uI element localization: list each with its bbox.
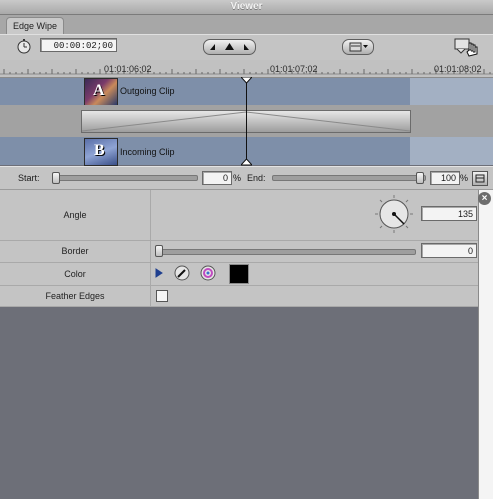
- end-slider-knob[interactable]: [416, 172, 424, 184]
- row-divider: [150, 262, 151, 285]
- row-divider: [150, 285, 151, 306]
- angle-label: Angle: [63, 210, 87, 220]
- outgoing-clip-track[interactable]: A Outgoing Clip: [0, 78, 410, 106]
- end-value-field[interactable]: 100: [430, 171, 460, 185]
- playhead-top-marker[interactable]: [239, 76, 254, 86]
- window-title: Viewer: [230, 1, 263, 12]
- tab-edge-wipe[interactable]: Edge Wipe: [6, 17, 64, 35]
- playhead-icon[interactable]: [221, 40, 238, 54]
- angle-dial-icon[interactable]: [374, 194, 414, 236]
- start-slider-knob[interactable]: [52, 172, 60, 184]
- row-divider: [150, 190, 151, 240]
- incoming-track-tail: [410, 137, 493, 165]
- ruler-label: 01:01:07;02: [270, 64, 318, 74]
- parameters-panel: Angle 135 Border 0 Color Feather Edges: [0, 190, 478, 307]
- view-popup-icon[interactable]: [342, 39, 374, 55]
- border-slider-knob[interactable]: [155, 245, 163, 257]
- outgoing-track-tail: [410, 78, 493, 105]
- param-row-feather: Feather Edges: [0, 285, 478, 307]
- end-unit: %: [460, 173, 469, 183]
- disclosure-triangle-icon[interactable]: [155, 268, 163, 280]
- timecode-field[interactable]: 00:00:02;00: [40, 38, 117, 52]
- border-value-field[interactable]: 0: [421, 243, 477, 258]
- start-slider-track[interactable]: [52, 175, 198, 181]
- color-swatch[interactable]: [229, 264, 249, 284]
- next-edit-icon[interactable]: [238, 40, 255, 54]
- outgoing-clip-thumbnail: A: [84, 78, 118, 106]
- start-end-row: Start: 0 % End: 100 %: [0, 166, 493, 190]
- outgoing-clip-label: Outgoing Clip: [120, 86, 175, 96]
- angle-value-field[interactable]: 135: [421, 206, 477, 221]
- border-label: Border: [61, 246, 89, 256]
- incoming-clip-thumbnail: B: [84, 138, 118, 166]
- drag-hand-icon[interactable]: [452, 35, 484, 59]
- vertical-scrollbar[interactable]: [478, 190, 493, 499]
- edit-navigation-group: [203, 39, 256, 55]
- param-row-border: Border 0: [0, 240, 478, 263]
- end-slider-track[interactable]: [272, 175, 426, 181]
- stopwatch-icon[interactable]: [16, 38, 32, 54]
- feather-edges-label: Feather Edges: [45, 291, 105, 301]
- playhead-line[interactable]: [246, 78, 247, 164]
- window-titlebar: Viewer: [0, 0, 493, 15]
- param-row-angle: Angle 135: [0, 190, 478, 241]
- ruler-label: 01:01:06;02: [104, 64, 152, 74]
- thumb-letter-b: B: [94, 142, 105, 159]
- feather-edges-checkbox[interactable]: [156, 290, 168, 302]
- end-label: End:: [247, 173, 266, 183]
- close-icon[interactable]: ×: [478, 192, 491, 205]
- param-row-color: Color: [0, 262, 478, 286]
- start-value-field[interactable]: 0: [202, 171, 232, 185]
- prev-edit-icon[interactable]: [204, 40, 221, 54]
- ruler-label: 01:01:08;02: [434, 64, 482, 74]
- color-label: Color: [64, 269, 86, 279]
- start-unit: %: [233, 173, 242, 183]
- eyedropper-icon[interactable]: [174, 265, 190, 283]
- row-divider: [150, 240, 151, 262]
- start-label: Start:: [18, 173, 40, 183]
- incoming-clip-track[interactable]: B Incoming Clip: [0, 137, 410, 166]
- swap-direction-icon[interactable]: [472, 171, 488, 186]
- thumb-letter-a: A: [93, 82, 105, 99]
- incoming-clip-label: Incoming Clip: [120, 147, 175, 157]
- tab-strip: [0, 15, 493, 34]
- border-slider-track[interactable]: [156, 249, 416, 255]
- color-picker-icon[interactable]: [200, 265, 216, 283]
